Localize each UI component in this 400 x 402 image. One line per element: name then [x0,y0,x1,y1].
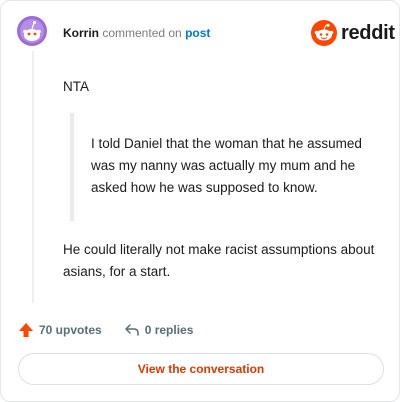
quote-text: I told Daniel that the woman that he ass… [91,136,362,195]
view-conversation-label: View the conversation [137,362,265,376]
reddit-logo-icon [311,20,337,46]
quote-block: I told Daniel that the woman that he ass… [70,113,370,221]
reply-button[interactable]: 0 replies [124,322,194,338]
upvote-button[interactable]: 70 upvotes [18,322,102,338]
reply-count: 0 replies [144,323,194,337]
view-conversation-button[interactable]: View the conversation [18,353,384,385]
reddit-brand[interactable]: reddit [311,20,395,46]
reply-arrow-icon [124,324,139,336]
comment-paragraph-1: NTA [63,79,89,94]
snoo-avatar-icon[interactable] [17,16,47,46]
post-link[interactable]: post [185,26,210,40]
comment-actions: 70 upvotes 0 replies [18,320,193,340]
comment-paragraph-2: He could literally not make racist assum… [63,242,375,279]
author-name[interactable]: Korrin [63,26,99,40]
action-text: commented on [102,26,182,40]
upvote-count: 70 upvotes [39,323,102,337]
thread-line [32,51,34,303]
upvote-arrow-icon [19,323,33,337]
comment-card: Korrin commented on post reddit NTA I to… [0,0,400,402]
brand-wordmark: reddit [341,21,395,44]
comment-header: Korrin commented on post [63,25,210,41]
